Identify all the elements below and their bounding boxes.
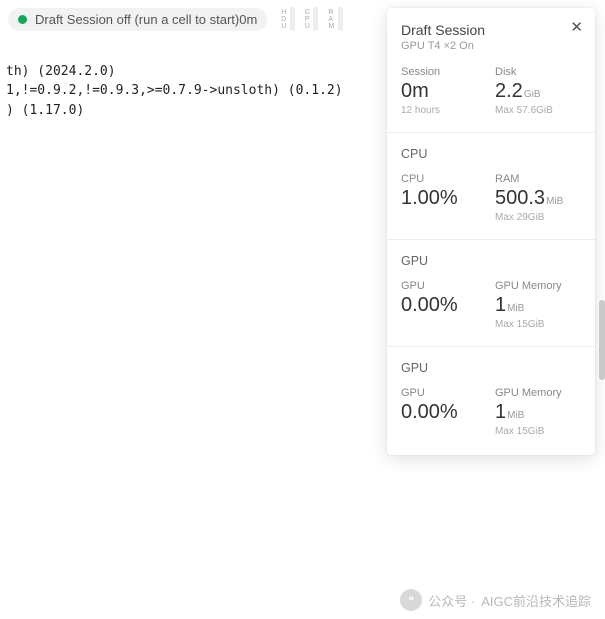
metric-unit: MiB bbox=[507, 303, 524, 314]
metric-label: RAM bbox=[495, 173, 581, 185]
session-section: Session 0m 12 hours Disk 2.2 GiB Max 57.… bbox=[387, 62, 595, 132]
metric-value: 0.00% bbox=[401, 401, 458, 424]
scrollbar-thumb[interactable] bbox=[599, 300, 605, 380]
metric-ram: RAM 500.3 MiB Max 29GiB bbox=[495, 173, 581, 223]
metric-label: Session bbox=[401, 66, 487, 78]
wechat-icon: ❝ bbox=[400, 589, 422, 611]
metric-value: 2.2 bbox=[495, 80, 523, 103]
metric-sub: 12 hours bbox=[401, 105, 487, 116]
metric-label: GPU Memory bbox=[495, 387, 581, 399]
gpu-section-1: GPU GPU 0.00% GPU Memory 1 MiB Max 15GiB bbox=[387, 239, 595, 346]
metric-sub: Max 15GiB bbox=[495, 426, 581, 437]
panel-subtitle: GPU T4 ×2 On bbox=[401, 40, 581, 52]
watermark-prefix: 公众号 · bbox=[428, 591, 475, 610]
metric-unit: GiB bbox=[524, 89, 541, 100]
metric-value: 1.00% bbox=[401, 187, 458, 210]
metric-label: GPU Memory bbox=[495, 280, 581, 292]
mini-meters: HDU CPU RAM bbox=[281, 7, 342, 31]
metric-unit: MiB bbox=[546, 196, 563, 207]
mini-bar-icon bbox=[290, 7, 295, 31]
section-title: GPU bbox=[401, 254, 581, 268]
metric-sub: Max 29GiB bbox=[495, 212, 581, 223]
metric-gpu-util: GPU 0.00% bbox=[401, 280, 487, 330]
session-status-pill[interactable]: Draft Session off (run a cell to start)0… bbox=[8, 8, 267, 31]
mini-meter-hdu[interactable]: HDU bbox=[281, 7, 295, 31]
metric-value: 1 bbox=[495, 294, 506, 317]
metric-session: Session 0m 12 hours bbox=[401, 66, 487, 116]
metric-label: Disk bbox=[495, 66, 581, 78]
panel-header: Draft Session GPU T4 ×2 On ✕ bbox=[387, 8, 595, 62]
metric-value: 0.00% bbox=[401, 294, 458, 317]
resource-panel: Draft Session GPU T4 ×2 On ✕ Session 0m … bbox=[387, 8, 595, 455]
gpu-section-2: GPU GPU 0.00% GPU Memory 1 MiB Max 15GiB bbox=[387, 346, 595, 453]
metric-label: GPU bbox=[401, 280, 487, 292]
mini-meter-label: CPU bbox=[305, 9, 311, 30]
status-dot-icon bbox=[18, 15, 27, 24]
watermark: ❝ 公众号 · AIGC前沿技术追踪 bbox=[400, 589, 591, 611]
metric-value: 500.3 bbox=[495, 187, 545, 210]
section-title: GPU bbox=[401, 361, 581, 375]
section-title: CPU bbox=[401, 147, 581, 161]
watermark-text: AIGC前沿技术追踪 bbox=[481, 591, 591, 610]
session-status-text: Draft Session off (run a cell to start)0… bbox=[35, 12, 257, 27]
output-line: 1,!=0.9.2,!=0.9.3,>=0.7.9->unsloth) (0.1… bbox=[6, 83, 343, 98]
cpu-section: CPU CPU 1.00% RAM 500.3 MiB Max 29GiB bbox=[387, 132, 595, 239]
metric-label: CPU bbox=[401, 173, 487, 185]
metric-gpu-mem: GPU Memory 1 MiB Max 15GiB bbox=[495, 387, 581, 437]
metric-disk: Disk 2.2 GiB Max 57.6GiB bbox=[495, 66, 581, 116]
mini-meter-label: HDU bbox=[281, 9, 287, 30]
metric-gpu-util: GPU 0.00% bbox=[401, 387, 487, 437]
metric-value: 1 bbox=[495, 401, 506, 424]
mini-meter-label: RAM bbox=[328, 9, 334, 30]
metric-cpu: CPU 1.00% bbox=[401, 173, 487, 223]
close-icon[interactable]: ✕ bbox=[570, 20, 583, 35]
mini-meter-cpu[interactable]: CPU bbox=[305, 7, 319, 31]
metric-value: 0m bbox=[401, 80, 429, 103]
panel-title: Draft Session bbox=[401, 22, 581, 38]
metric-sub: Max 57.6GiB bbox=[495, 105, 581, 116]
mini-bar-icon bbox=[338, 7, 343, 31]
metric-label: GPU bbox=[401, 387, 487, 399]
output-line: th) (2024.2.0) bbox=[6, 64, 116, 79]
metric-unit: MiB bbox=[507, 410, 524, 421]
metric-gpu-mem: GPU Memory 1 MiB Max 15GiB bbox=[495, 280, 581, 330]
metric-sub: Max 15GiB bbox=[495, 319, 581, 330]
mini-meter-ram[interactable]: RAM bbox=[328, 7, 342, 31]
mini-bar-icon bbox=[313, 7, 318, 31]
output-line: ) (1.17.0) bbox=[6, 103, 84, 118]
